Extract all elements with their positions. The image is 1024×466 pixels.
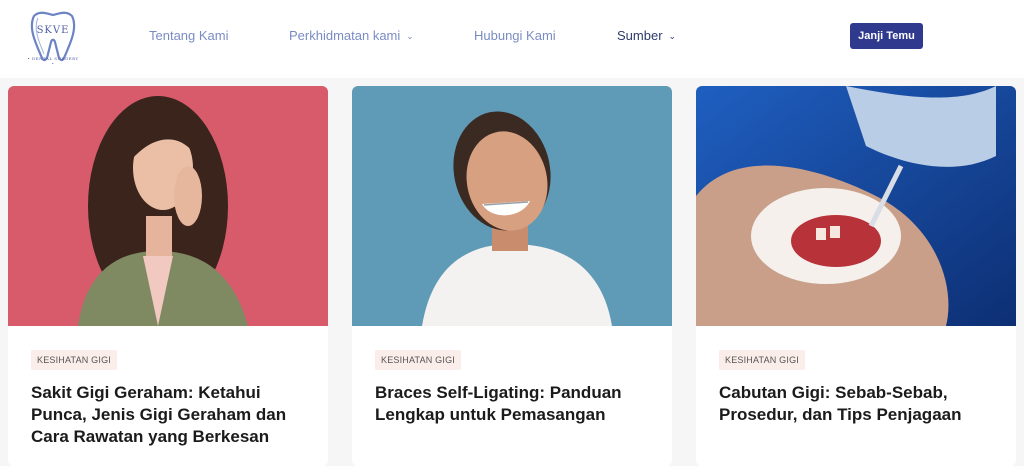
woman-toothache-photo[interactable] xyxy=(8,86,328,326)
nav-label: Hubungi Kami xyxy=(474,28,556,43)
site-header: SKVE • DENTAL SURGERY • Tentang Kami Per… xyxy=(0,0,1024,78)
smiling-girl-braces-photo[interactable] xyxy=(352,86,672,326)
article-card[interactable]: KESIHATAN GIGI Sakit Gigi Geraham: Ketah… xyxy=(8,86,328,466)
nav-label: Sumber xyxy=(617,28,663,43)
nav-sumber[interactable]: Sumber ⌄ xyxy=(617,28,676,43)
nav-hubungi-kami[interactable]: Hubungi Kami xyxy=(474,28,556,43)
svg-text:SKVE: SKVE xyxy=(37,25,70,36)
janji-temu-button[interactable]: Janji Temu xyxy=(850,23,923,49)
article-title[interactable]: Braces Self-Ligating: Panduan Lengkap un… xyxy=(375,382,655,426)
tooth-extraction-photo[interactable] xyxy=(696,86,1016,326)
category-tag[interactable]: KESIHATAN GIGI xyxy=(375,350,461,370)
article-title[interactable]: Sakit Gigi Geraham: Ketahui Punca, Jenis… xyxy=(31,382,311,448)
nav-label: Perkhidmatan kami xyxy=(289,28,401,43)
article-card[interactable]: KESIHATAN GIGI Braces Self-Ligating: Pan… xyxy=(352,86,672,466)
category-tag[interactable]: KESIHATAN GIGI xyxy=(31,350,117,370)
article-title[interactable]: Cabutan Gigi: Sebab-Sebab, Prosedur, dan… xyxy=(719,382,999,426)
logo-caption: • DENTAL SURGERY • xyxy=(27,56,79,66)
chevron-down-icon: ⌄ xyxy=(668,31,677,41)
article-card[interactable]: KESIHATAN GIGI Cabutan Gigi: Sebab-Sebab… xyxy=(696,86,1016,466)
nav-label: Tentang Kami xyxy=(149,28,229,43)
nav-tentang-kami[interactable]: Tentang Kami xyxy=(149,28,229,43)
chevron-down-icon: ⌄ xyxy=(406,31,414,41)
category-tag[interactable]: KESIHATAN GIGI xyxy=(719,350,805,370)
nav-perkhidmatan-kami[interactable]: Perkhidmatan kami ⌄ xyxy=(289,28,414,43)
